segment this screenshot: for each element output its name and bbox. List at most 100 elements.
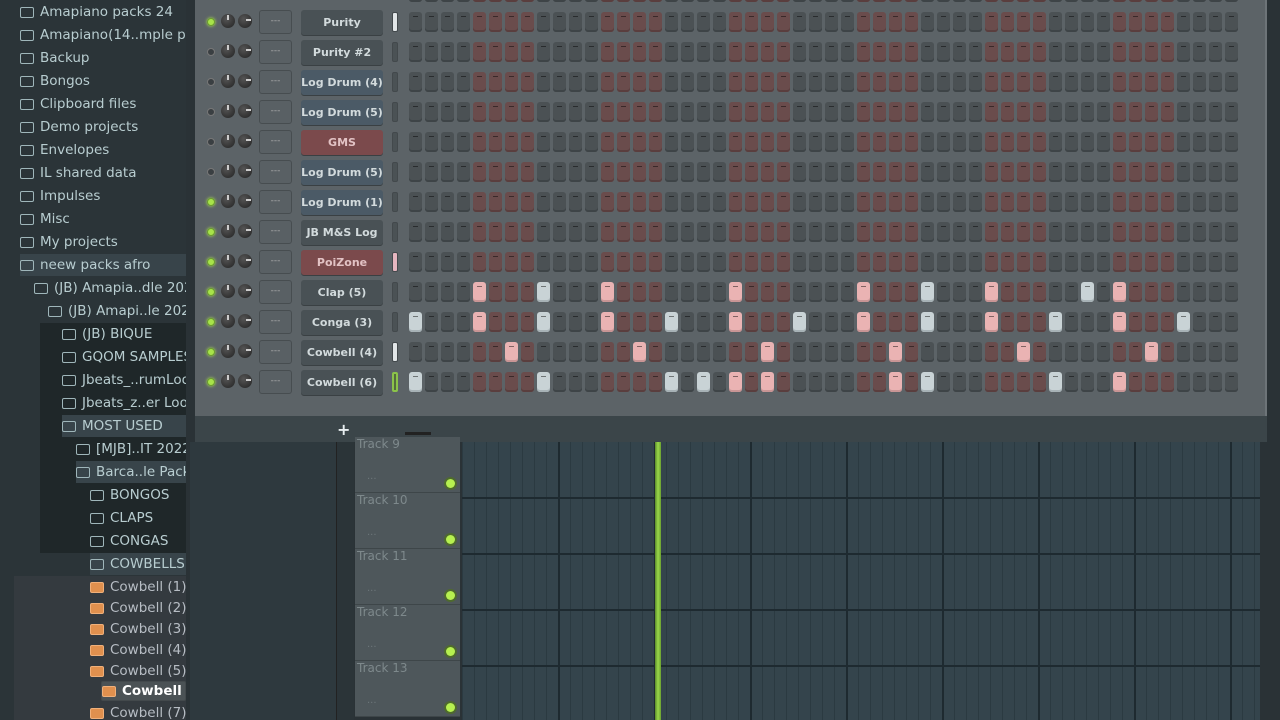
- step-button[interactable]: [729, 102, 742, 122]
- step-button[interactable]: [1145, 222, 1158, 242]
- step-button[interactable]: [425, 12, 438, 32]
- browser-folder-item[interactable]: Jbeats_..rumLoops: [62, 369, 186, 391]
- step-button[interactable]: [841, 372, 854, 392]
- step-button[interactable]: [777, 42, 790, 62]
- channel-select-indicator[interactable]: [392, 312, 398, 332]
- step-button[interactable]: [649, 222, 662, 242]
- step-button[interactable]: [553, 372, 566, 392]
- step-button[interactable]: [825, 282, 838, 302]
- step-button[interactable]: [1033, 282, 1046, 302]
- step-button[interactable]: [601, 192, 614, 212]
- step-button[interactable]: [521, 342, 534, 362]
- step-button[interactable]: [665, 0, 678, 2]
- step-button[interactable]: [1113, 0, 1126, 2]
- browser-file-item[interactable]: Cowbell (3): [90, 618, 186, 640]
- step-button[interactable]: [1017, 42, 1030, 62]
- step-button[interactable]: [1017, 72, 1030, 92]
- step-button[interactable]: [1065, 132, 1078, 152]
- step-button[interactable]: [969, 102, 982, 122]
- step-button[interactable]: [809, 282, 822, 302]
- step-button[interactable]: [825, 192, 838, 212]
- step-button[interactable]: [697, 102, 710, 122]
- step-button[interactable]: [793, 222, 806, 242]
- step-button[interactable]: [553, 282, 566, 302]
- step-button[interactable]: [1033, 192, 1046, 212]
- step-button[interactable]: [889, 372, 902, 392]
- step-button[interactable]: [809, 162, 822, 182]
- step-button[interactable]: [857, 72, 870, 92]
- step-button[interactable]: [921, 0, 934, 2]
- step-button[interactable]: [905, 0, 918, 2]
- step-button[interactable]: [857, 12, 870, 32]
- step-button[interactable]: [1129, 342, 1142, 362]
- step-button[interactable]: [809, 132, 822, 152]
- step-button[interactable]: [841, 282, 854, 302]
- step-button[interactable]: [1193, 0, 1206, 2]
- step-button[interactable]: [905, 102, 918, 122]
- step-button[interactable]: [537, 0, 550, 2]
- step-button[interactable]: [1065, 162, 1078, 182]
- channel-name-button[interactable]: Purity: [301, 10, 383, 35]
- step-button[interactable]: [857, 132, 870, 152]
- step-button[interactable]: [633, 252, 646, 272]
- step-button[interactable]: [441, 192, 454, 212]
- step-button[interactable]: [457, 12, 470, 32]
- step-button[interactable]: [665, 192, 678, 212]
- step-button[interactable]: [617, 0, 630, 2]
- step-button[interactable]: [1049, 42, 1062, 62]
- step-button[interactable]: [841, 162, 854, 182]
- step-button[interactable]: [601, 222, 614, 242]
- step-button[interactable]: [1033, 42, 1046, 62]
- step-button[interactable]: [889, 72, 902, 92]
- step-button[interactable]: [969, 42, 982, 62]
- step-button[interactable]: [1097, 192, 1110, 212]
- step-button[interactable]: [681, 282, 694, 302]
- step-button[interactable]: [473, 42, 486, 62]
- step-button[interactable]: [809, 342, 822, 362]
- step-button[interactable]: [729, 0, 742, 2]
- step-button[interactable]: [489, 222, 502, 242]
- step-button[interactable]: [969, 372, 982, 392]
- step-button[interactable]: [489, 42, 502, 62]
- step-button[interactable]: [473, 342, 486, 362]
- step-button[interactable]: [761, 132, 774, 152]
- step-button[interactable]: [937, 162, 950, 182]
- step-button[interactable]: [873, 0, 886, 2]
- step-button[interactable]: [985, 102, 998, 122]
- step-button[interactable]: [953, 192, 966, 212]
- step-button[interactable]: [937, 192, 950, 212]
- step-button[interactable]: [1017, 282, 1030, 302]
- step-button[interactable]: [1065, 222, 1078, 242]
- step-button[interactable]: [921, 42, 934, 62]
- step-button[interactable]: [681, 162, 694, 182]
- step-button[interactable]: [1209, 222, 1222, 242]
- browser-folder-item[interactable]: BONGOS: [90, 484, 186, 506]
- step-button[interactable]: [1017, 132, 1030, 152]
- step-button[interactable]: [1033, 162, 1046, 182]
- step-button[interactable]: [1017, 0, 1030, 2]
- step-button[interactable]: [1225, 102, 1238, 122]
- step-button[interactable]: [425, 372, 438, 392]
- step-button[interactable]: [697, 312, 710, 332]
- step-button[interactable]: [1129, 12, 1142, 32]
- step-button[interactable]: [1081, 282, 1094, 302]
- step-button[interactable]: [905, 312, 918, 332]
- step-button[interactable]: [953, 72, 966, 92]
- step-button[interactable]: [505, 372, 518, 392]
- pan-knob[interactable]: [221, 194, 235, 208]
- step-button[interactable]: [921, 222, 934, 242]
- step-button[interactable]: [937, 72, 950, 92]
- step-button[interactable]: [521, 192, 534, 212]
- step-button[interactable]: [1065, 72, 1078, 92]
- step-button[interactable]: [777, 162, 790, 182]
- step-button[interactable]: [793, 372, 806, 392]
- volume-knob[interactable]: [238, 104, 252, 118]
- step-button[interactable]: [409, 222, 422, 242]
- step-button[interactable]: [1161, 132, 1174, 152]
- step-button[interactable]: [1145, 72, 1158, 92]
- step-button[interactable]: [777, 102, 790, 122]
- step-button[interactable]: [585, 42, 598, 62]
- step-button[interactable]: [953, 132, 966, 152]
- step-button[interactable]: [1209, 192, 1222, 212]
- step-button[interactable]: [569, 12, 582, 32]
